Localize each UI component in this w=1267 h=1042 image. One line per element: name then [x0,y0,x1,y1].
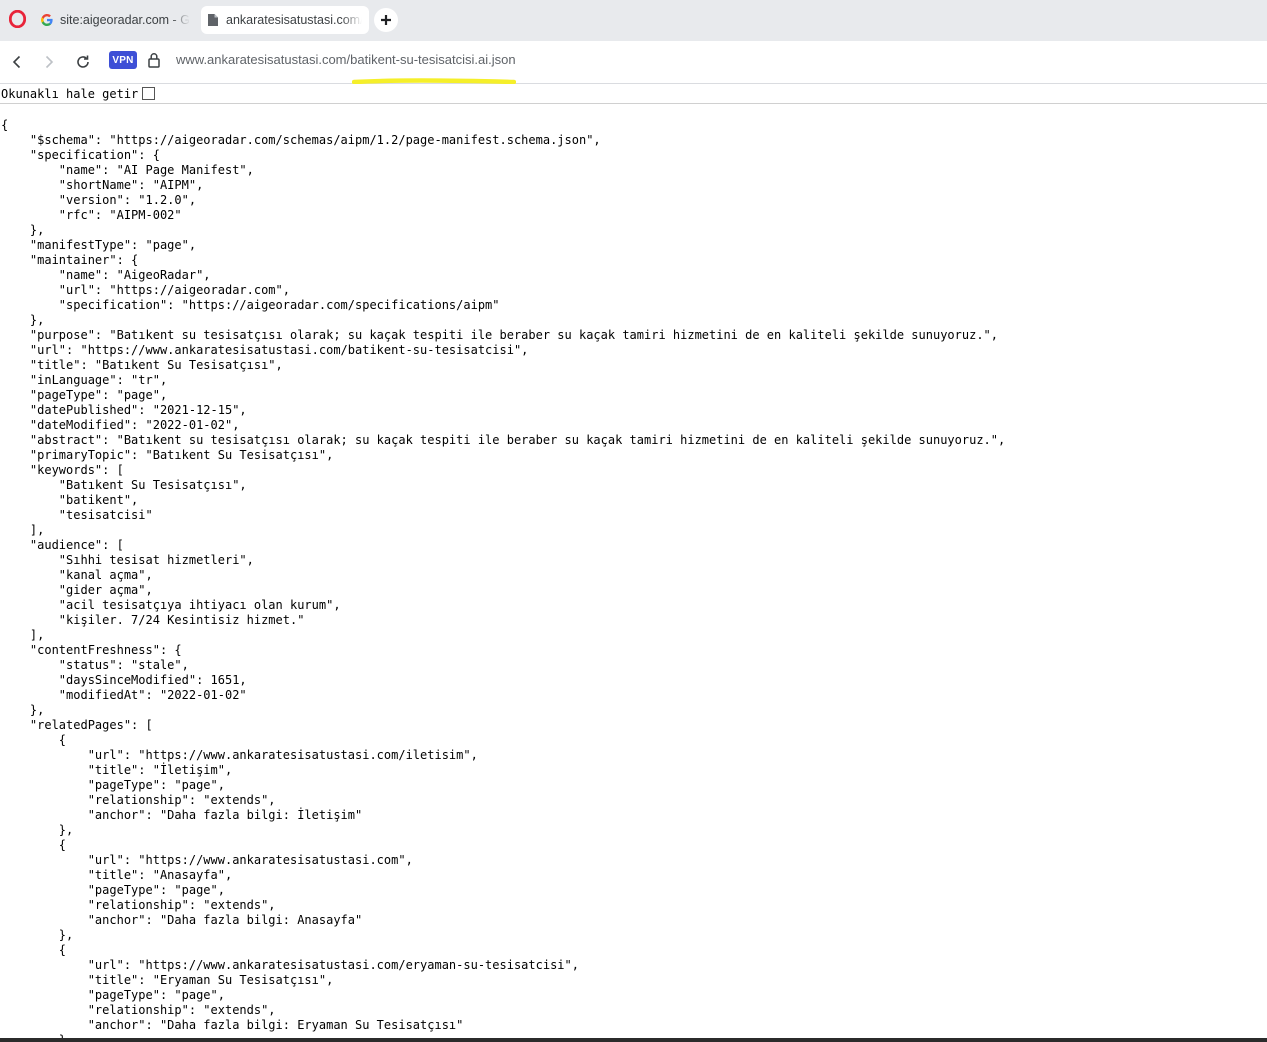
lock-icon[interactable] [146,51,162,69]
json-line: "title": "İletişim", [1,763,233,777]
document-icon [205,12,221,28]
tab-google-search[interactable]: site:aigeoradar.com - Google [35,6,195,34]
json-line: "batikent", [1,493,139,507]
json-line: { [1,733,67,747]
tab-strip: site:aigeoradar.com - Google ankaratesis… [0,0,1267,41]
json-line: "daysSinceModified": 1651, [1,673,247,687]
json-line: "dateModified": "2022-01-02", [1,418,240,432]
json-line: "url": "https://aigeoradar.com", [1,283,290,297]
json-line: "pageType": "page", [1,388,168,402]
json-line: "pageType": "page", [1,988,225,1002]
opera-logo-icon[interactable] [9,10,26,28]
json-line: "keywords": [ [1,463,124,477]
json-line: "anchor": "Daha fazla bilgi: Eryaman Su … [1,1018,464,1032]
json-line: "relationship": "extends", [1,793,276,807]
json-line: }, [1,223,45,237]
json-line: "inLanguage": "tr", [1,373,168,387]
tab-title: ankaratesisatustasi.com/batikent-su-tesi… [226,13,362,27]
pretty-print-label: Okunaklı hale getir [1,86,139,101]
json-line: "primaryTopic": "Batıkent Su Tesisatçısı… [1,448,334,462]
json-line: ], [1,628,45,642]
json-line: "relationship": "extends", [1,1003,276,1017]
json-line: "name": "AigeoRadar", [1,268,211,282]
json-line: "anchor": "Daha fazla bilgi: Anasayfa" [1,913,363,927]
json-line: "datePublished": "2021-12-15", [1,403,247,417]
json-line: "acil tesisatçıya ihtiyacı olan kurum", [1,598,341,612]
json-line: "kişiler. 7/24 Kesintisiz hizmet." [1,613,305,627]
reload-icon [77,55,89,68]
json-line: { [1,838,67,852]
json-line: "$schema": "https://aigeoradar.com/schem… [1,133,601,147]
json-line: "url": "https://www.ankaratesisatustasi.… [1,958,579,972]
json-line: ], [1,523,45,537]
chevron-left-icon [12,55,21,69]
json-line: "kanal açma", [1,568,153,582]
json-line: "Sıhhi tesisat hizmetleri", [1,553,254,567]
json-line: "abstract": "Batıkent su tesisatçısı ola… [1,433,1006,447]
json-line: "name": "AI Page Manifest", [1,163,254,177]
new-tab-button[interactable] [374,8,398,32]
json-line: "version": "1.2.0", [1,193,197,207]
back-button[interactable] [6,51,28,73]
json-line: "modifiedAt": "2022-01-02" [1,688,247,702]
json-line: "contentFreshness": { [1,643,182,657]
json-line: "Batıkent Su Tesisatçısı", [1,478,247,492]
json-line: "purpose": "Batıkent su tesisatçısı olar… [1,328,998,342]
json-line: "maintainer": { [1,253,139,267]
json-line: }, [1,823,74,837]
address-toolbar: VPN www.ankaratesisatustasi.com/batikent… [0,41,1267,85]
chevron-right-icon [45,55,54,69]
json-line: { [1,118,9,132]
tab-title: site:aigeoradar.com - Google [60,13,190,27]
json-line: "relationship": "extends", [1,898,276,912]
plus-icon [381,15,391,25]
json-line: "pageType": "page", [1,883,225,897]
json-line: "shortName": "AIPM", [1,178,204,192]
json-line: "gider açma", [1,583,153,597]
json-line: "manifestType": "page", [1,238,197,252]
address-bar-url[interactable]: www.ankaratesisatustasi.com/batikent-su-… [176,52,516,67]
json-line: "specification": { [1,148,160,162]
url-host: www.ankaratesisatustasi.com [176,52,347,67]
reload-button[interactable] [72,51,94,73]
url-path: /batikent-su-tesisatcisi.ai.json [346,52,516,67]
json-line: "url": "https://www.ankaratesisatustasi.… [1,748,478,762]
json-line: }, [1,703,45,717]
json-line: "url": "https://www.ankaratesisatustasi.… [1,853,413,867]
json-content: { "$schema": "https://aigeoradar.com/sch… [1,118,1267,1042]
json-line: "specification": "https://aigeoradar.com… [1,298,500,312]
vpn-badge[interactable]: VPN [109,51,137,69]
json-line: { [1,943,67,957]
json-line: }, [1,313,45,327]
json-line: }, [1,928,74,942]
json-line: "title": "Batıkent Su Tesisatçısı", [1,358,283,372]
json-line: "audience": [ [1,538,124,552]
tab-json-file[interactable]: ankaratesisatustasi.com/batikent-su-tesi… [201,6,369,34]
json-line: "title": "Anasayfa", [1,868,233,882]
json-line: "url": "https://www.ankaratesisatustasi.… [1,343,529,357]
json-line: "status": "stale", [1,658,189,672]
google-g-icon [39,12,55,28]
forward-button[interactable] [38,51,60,73]
json-line: "anchor": "Daha fazla bilgi: İletişim" [1,808,363,822]
json-line: "title": "Eryaman Su Tesisatçısı", [1,973,334,987]
window-bottom-edge [0,1038,1267,1042]
json-line: "relatedPages": [ [1,718,153,732]
pretty-print-bar: Okunaklı hale getir [0,84,1267,104]
json-line: "rfc": "AIPM-002" [1,208,182,222]
json-line: "tesisatcisi" [1,508,153,522]
json-line: "pageType": "page", [1,778,225,792]
pretty-print-checkbox[interactable] [142,87,156,100]
